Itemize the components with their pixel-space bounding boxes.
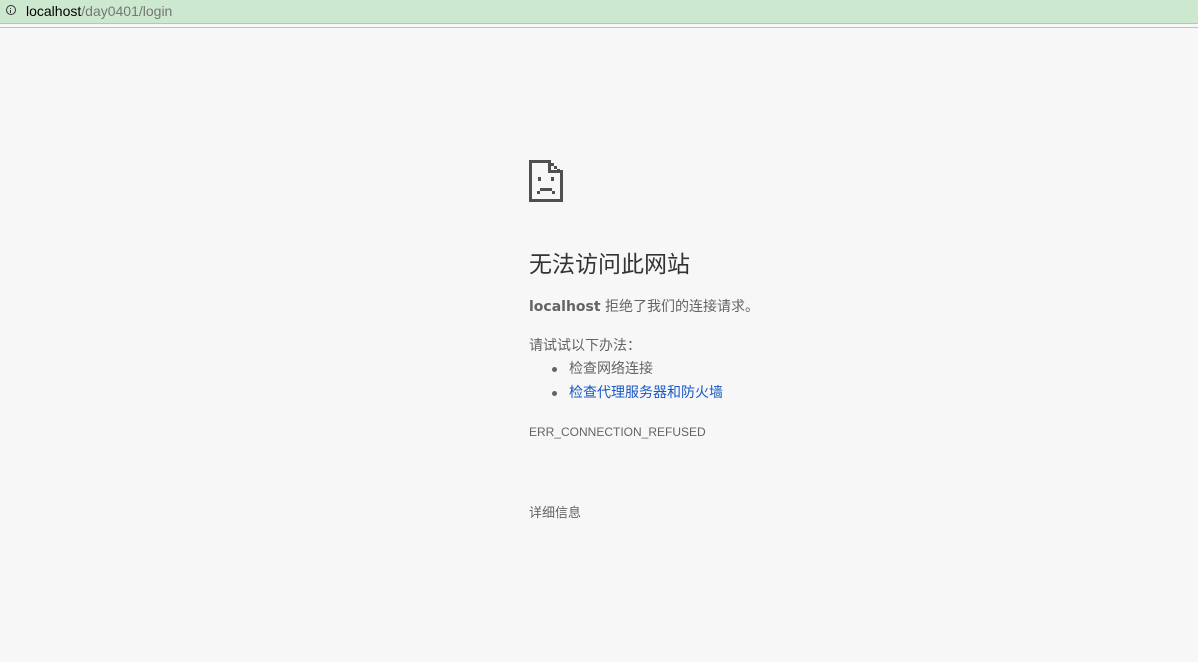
error-message: localhost 拒绝了我们的连接请求。	[529, 298, 759, 316]
suggestion-item-check-proxy: 检查代理服务器和防火墙	[552, 384, 723, 408]
error-message-text: 拒绝了我们的连接请求。	[600, 299, 760, 315]
toolbar-divider	[0, 27, 1198, 28]
url-path: /day0401/login	[81, 3, 173, 19]
url-host: localhost	[26, 3, 82, 19]
url-text[interactable]: localhost/day0401/login	[26, 3, 172, 20]
suggestion-label: 检查网络连接	[569, 361, 653, 377]
suggestions-list: 检查网络连接 检查代理服务器和防火墙	[529, 360, 723, 408]
suggestions-heading: 请试试以下办法：	[529, 338, 641, 354]
check-proxy-firewall-link[interactable]: 检查代理服务器和防火墙	[569, 385, 723, 401]
suggestion-item-check-network: 检查网络连接	[552, 360, 723, 384]
address-bar[interactable]: localhost/day0401/login	[0, 0, 1198, 24]
error-code: ERR_CONNECTION_REFUSED	[529, 425, 706, 439]
info-icon[interactable]	[6, 5, 16, 15]
details-button[interactable]: 详细信息	[529, 505, 581, 523]
page-title: 无法访问此网站	[529, 252, 690, 278]
sad-page-icon	[529, 160, 563, 202]
error-host: localhost	[529, 299, 601, 315]
